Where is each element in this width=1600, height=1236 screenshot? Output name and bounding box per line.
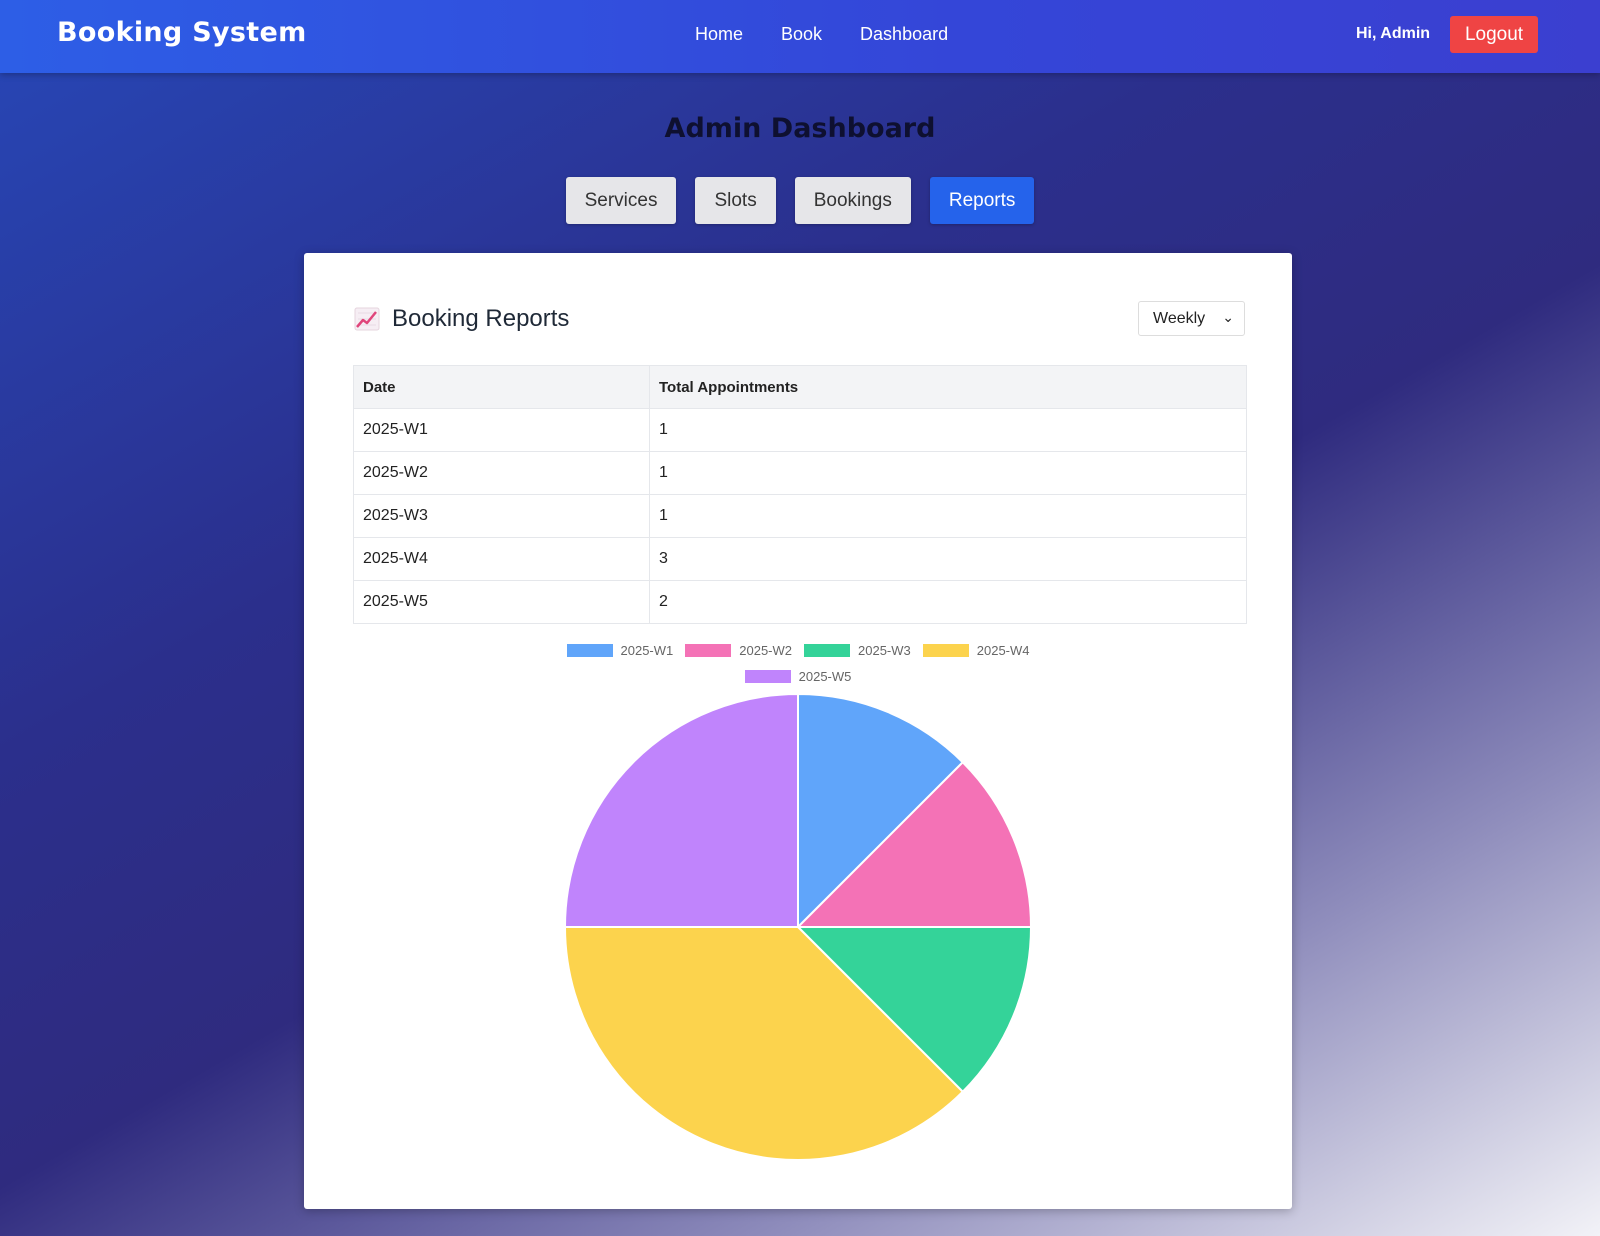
legend-swatch xyxy=(922,643,969,657)
card-header: Booking Reports xyxy=(354,305,569,333)
tab-slots[interactable]: Slots xyxy=(695,177,776,224)
period-select-value: Weekly xyxy=(1153,309,1206,327)
chart-increasing-icon xyxy=(354,307,380,331)
column-header-total: Total Appointments xyxy=(649,365,1247,409)
tab-reports[interactable]: Reports xyxy=(929,177,1035,224)
tab-services[interactable]: Services xyxy=(565,177,677,224)
table-cell-total: 2 xyxy=(649,580,1247,624)
brand-logo[interactable]: Booking System xyxy=(57,17,307,48)
legend-swatch xyxy=(685,643,732,657)
page-title: Admin Dashboard xyxy=(664,113,936,144)
table-row: 2025-W5 2 xyxy=(353,580,1247,624)
table-cell-date: 2025-W5 xyxy=(353,580,650,624)
legend-item-w4[interactable]: 2025-W4 xyxy=(922,642,1030,658)
table-row: 2025-W3 1 xyxy=(353,494,1247,538)
legend-label: 2025-W5 xyxy=(798,668,852,684)
reports-card: Booking Reports Weekly ⌄ Date Total Appo… xyxy=(304,253,1292,1209)
pie-chart xyxy=(564,693,1032,1161)
report-table: Date Total Appointments 2025-W1 1 2025-W… xyxy=(353,365,1247,624)
legend-item-w5[interactable]: 2025-W5 xyxy=(744,668,852,684)
legend-label: 2025-W4 xyxy=(976,642,1030,658)
logout-button[interactable]: Logout xyxy=(1450,16,1538,53)
table-cell-date: 2025-W2 xyxy=(353,451,650,495)
table-cell-total: 1 xyxy=(649,408,1247,452)
legend-label: 2025-W2 xyxy=(739,642,792,658)
user-greeting: Hi, Admin xyxy=(1356,25,1431,42)
legend-item-w3[interactable]: 2025-W3 xyxy=(804,643,911,658)
admin-tabs: Services Slots Bookings Reports xyxy=(0,177,1600,224)
table-cell-total: 1 xyxy=(649,451,1247,495)
nav-links: Home Book Dashboard xyxy=(695,24,948,45)
nav-link-book[interactable]: Book xyxy=(781,24,822,45)
table-header-row: Date Total Appointments xyxy=(353,365,1247,409)
tab-bookings[interactable]: Bookings xyxy=(794,177,911,224)
table-row: 2025-W4 3 xyxy=(353,537,1247,581)
table-cell-total: 1 xyxy=(649,494,1247,538)
period-select[interactable]: Weekly ⌄ xyxy=(1138,301,1245,336)
legend-item-w2[interactable]: 2025-W2 xyxy=(685,643,792,658)
nav-link-dashboard[interactable]: Dashboard xyxy=(860,24,948,45)
table-cell-date: 2025-W3 xyxy=(353,494,650,538)
nav-link-home[interactable]: Home xyxy=(695,24,743,45)
legend-label: 2025-W3 xyxy=(858,642,911,658)
legend-swatch xyxy=(804,643,850,657)
legend-label: 2025-W1 xyxy=(620,642,674,658)
table-cell-date: 2025-W1 xyxy=(353,408,650,452)
table-row: 2025-W1 1 xyxy=(353,408,1247,452)
column-header-date: Date xyxy=(353,365,650,409)
legend-swatch xyxy=(744,669,791,683)
table-cell-date: 2025-W4 xyxy=(353,537,650,581)
navbar: Booking System Home Book Dashboard Hi, A… xyxy=(0,0,1600,73)
legend-swatch xyxy=(566,643,613,657)
table-cell-total: 3 xyxy=(649,537,1247,581)
table-row: 2025-W2 1 xyxy=(353,451,1247,495)
legend-item-w1[interactable]: 2025-W1 xyxy=(566,642,674,658)
chevron-down-icon: ⌄ xyxy=(1222,309,1234,325)
chart-legend: 2025-W1 2025-W2 2025-W3 2025-W4 2025-W5 xyxy=(304,637,1292,689)
pie-slice-2025-w5[interactable] xyxy=(564,693,799,928)
card-title: Booking Reports xyxy=(392,305,570,332)
